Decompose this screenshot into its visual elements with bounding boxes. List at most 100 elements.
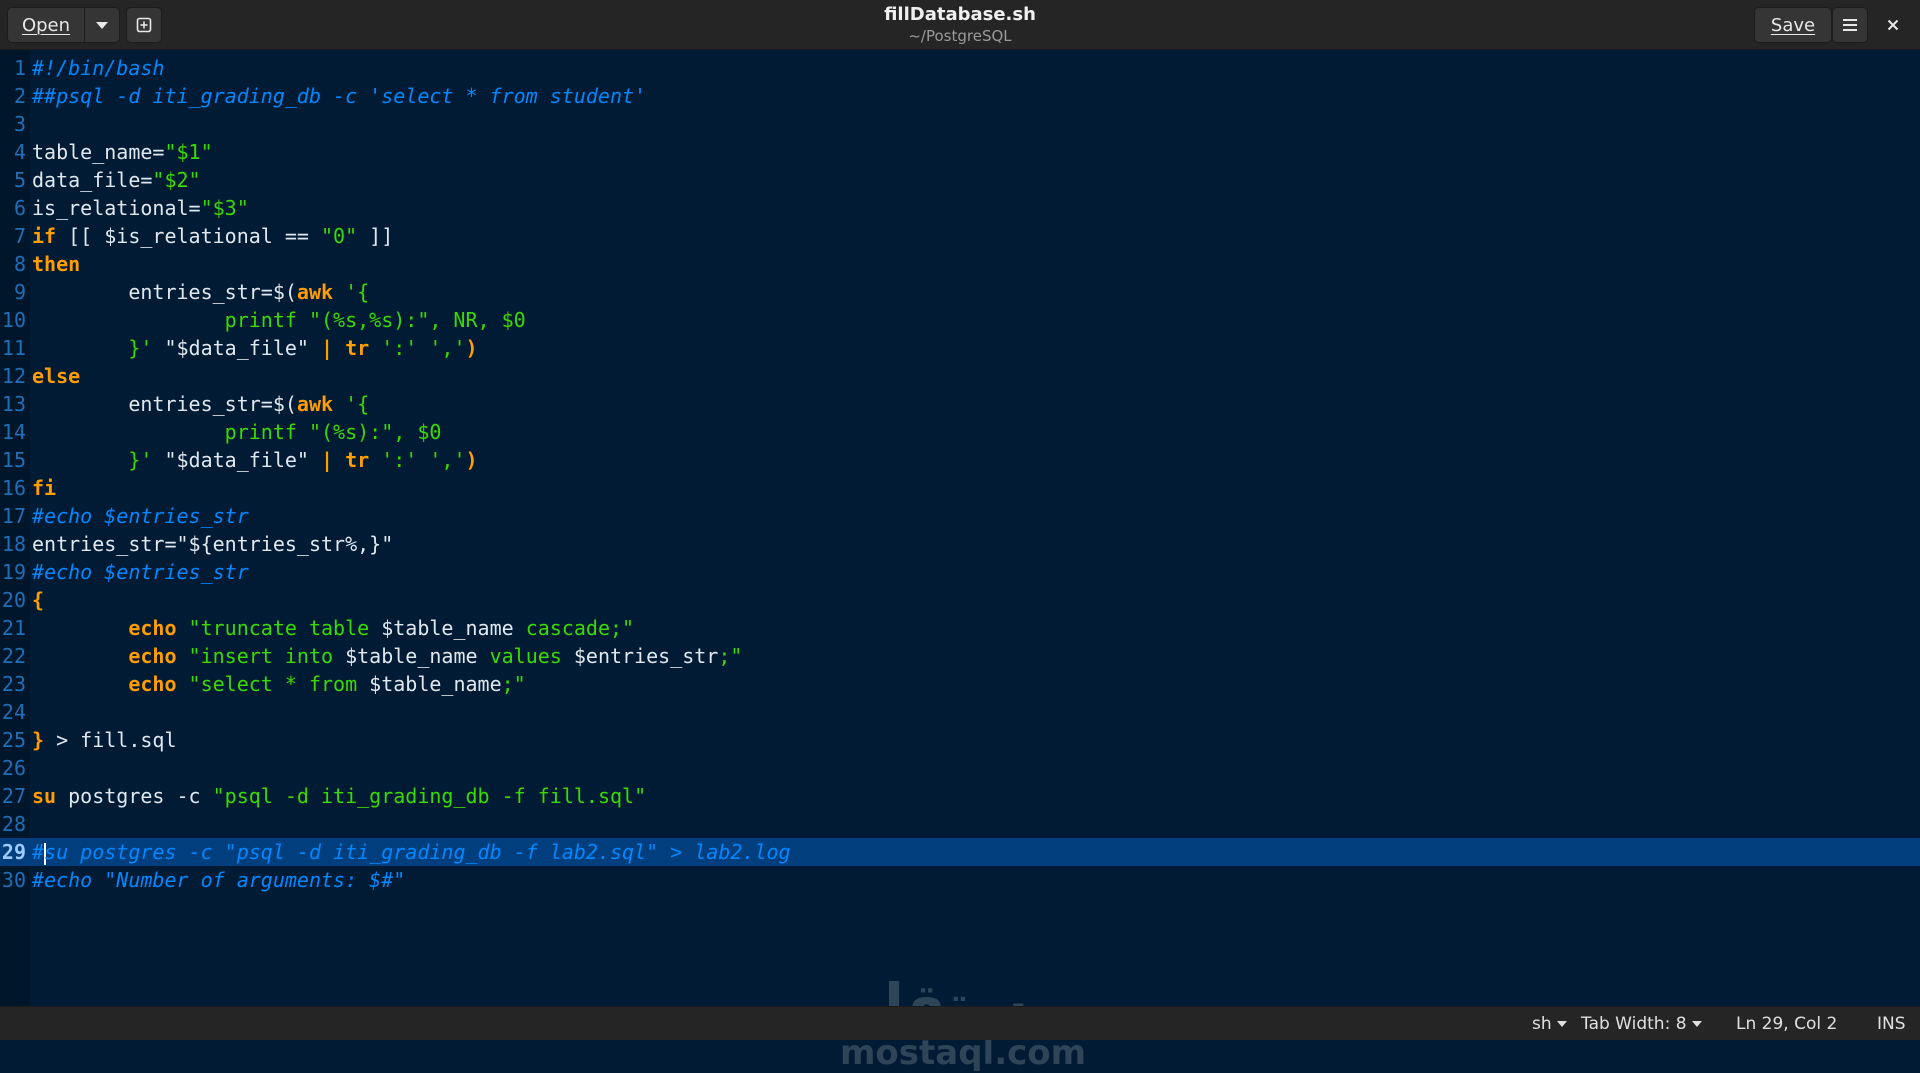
- code-token: cascade;": [513, 616, 635, 640]
- code-token: "0": [321, 224, 358, 248]
- code-line[interactable]: 4 table_name="$1": [0, 138, 1920, 166]
- code-lines[interactable]: 1 #!/bin/bash 2 ##psql -d iti_grading_db -c…: [0, 54, 1920, 894]
- line-number: 30: [1, 868, 26, 892]
- hamburger-menu-icon: [1843, 19, 1857, 31]
- code-text[interactable]: }' "$data_file" | tr ':' ','): [32, 446, 477, 474]
- code-text[interactable]: ##psql -d iti_grading_db -c 'select * fr…: [32, 82, 646, 110]
- code-token: |: [321, 336, 334, 360]
- code-line[interactable]: 29 #su postgres -c "psql -d iti_grading_d…: [0, 838, 1920, 866]
- code-line[interactable]: 13 entries_str=$(awk '{: [0, 390, 1920, 418]
- code-text[interactable]: {: [32, 586, 44, 614]
- code-token: }': [32, 448, 153, 472]
- code-text[interactable]: else: [32, 362, 80, 390]
- code-text[interactable]: data_file="$2": [32, 166, 201, 194]
- code-line[interactable]: 12 else: [0, 362, 1920, 390]
- code-line[interactable]: 3: [0, 110, 1920, 138]
- code-token: #echo $entries_str: [32, 504, 249, 528]
- language-selector[interactable]: sh: [1532, 1013, 1567, 1035]
- open-menu-button[interactable]: [84, 7, 120, 43]
- code-text[interactable]: #echo $entries_str: [32, 502, 249, 530]
- code-token: '{: [333, 392, 370, 416]
- window-title-area: fillDatabase.sh ~/PostgreSQL: [560, 3, 1360, 45]
- code-text[interactable]: }' "$data_file" | tr ':' ','): [32, 334, 477, 362]
- code-line[interactable]: 18 entries_str="${entries_str%,}": [0, 530, 1920, 558]
- code-line[interactable]: 22 echo "insert into $table_name values …: [0, 642, 1920, 670]
- code-line[interactable]: 27 su postgres -c "psql -d iti_grading_db…: [0, 782, 1920, 810]
- close-button[interactable]: [1874, 7, 1912, 43]
- tab-width-selector[interactable]: Tab Width: 8: [1581, 1013, 1702, 1035]
- line-number: 7: [13, 224, 26, 248]
- line-number: 4: [13, 140, 26, 164]
- code-line[interactable]: 16 fi: [0, 474, 1920, 502]
- code-line[interactable]: 8 then: [0, 250, 1920, 278]
- code-text[interactable]: } > fill.sql: [32, 726, 177, 754]
- code-text[interactable]: entries_str=$(awk '{: [32, 390, 369, 418]
- code-text[interactable]: entries_str="${entries_str%,}": [32, 530, 393, 558]
- cursor-position[interactable]: Ln 29, Col 2: [1736, 1013, 1837, 1035]
- code-text[interactable]: fi: [32, 474, 56, 502]
- code-text[interactable]: echo "select * from $table_name;": [32, 670, 526, 698]
- code-text[interactable]: printf "(%s,%s):", NR, $0: [32, 306, 526, 334]
- code-text[interactable]: is_relational="$3": [32, 194, 249, 222]
- code-token: entries_str="${entries_str%,}": [32, 532, 394, 556]
- code-text[interactable]: printf "(%s):", $0: [32, 418, 442, 446]
- chevron-down-icon: [96, 21, 108, 29]
- code-text[interactable]: su postgres -c "psql -d iti_grading_db -…: [32, 782, 646, 810]
- code-line[interactable]: 17 #echo $entries_str: [0, 502, 1920, 530]
- code-line[interactable]: 28: [0, 810, 1920, 838]
- code-text[interactable]: #!/bin/bash: [32, 54, 164, 82]
- window-title: fillDatabase.sh: [884, 4, 1036, 25]
- code-text[interactable]: table_name="$1": [32, 138, 213, 166]
- code-token: table_name=: [32, 140, 165, 164]
- code-token: > fill.sql: [44, 728, 177, 752]
- code-token: echo: [128, 616, 177, 640]
- code-line[interactable]: 10 printf "(%s,%s):", NR, $0: [0, 306, 1920, 334]
- code-token: if: [32, 224, 57, 248]
- insert-mode[interactable]: INS: [1877, 1013, 1906, 1035]
- code-line[interactable]: 11 }' "$data_file" | tr ':' ','): [0, 334, 1920, 362]
- code-text[interactable]: echo "insert into $table_name values $en…: [32, 642, 742, 670]
- code-line[interactable]: 21 echo "truncate table $table_name casc…: [0, 614, 1920, 642]
- code-line[interactable]: 2 ##psql -d iti_grading_db -c 'select * f…: [0, 82, 1920, 110]
- menu-button[interactable]: [1832, 7, 1868, 43]
- code-line[interactable]: 5 data_file="$2": [0, 166, 1920, 194]
- save-button[interactable]: Save: [1754, 7, 1832, 43]
- line-number: 13: [1, 392, 26, 416]
- code-text[interactable]: entries_str=$(awk '{: [32, 278, 369, 306]
- code-text[interactable]: then: [32, 250, 80, 278]
- code-line[interactable]: 20{: [0, 586, 1920, 614]
- code-line[interactable]: 24: [0, 698, 1920, 726]
- open-button[interactable]: Open: [7, 7, 85, 43]
- code-line[interactable]: 25} > fill.sql: [0, 726, 1920, 754]
- code-text[interactable]: #echo "Number of arguments: $#": [32, 866, 405, 894]
- code-token: #: [32, 840, 45, 864]
- code-line[interactable]: 26: [0, 754, 1920, 782]
- line-number: 15: [1, 448, 26, 472]
- code-line[interactable]: 9 entries_str=$(awk '{: [0, 278, 1920, 306]
- code-line[interactable]: 23 echo "select * from $table_name;": [0, 670, 1920, 698]
- code-token: ;": [501, 672, 526, 696]
- code-line[interactable]: 15 }' "$data_file" | tr ':' ','): [0, 446, 1920, 474]
- code-line[interactable]: 1 #!/bin/bash: [0, 54, 1920, 82]
- new-tab-button[interactable]: [126, 7, 162, 43]
- code-token: $entries_str: [573, 644, 719, 668]
- line-number: 11: [1, 336, 26, 360]
- code-token: su: [32, 784, 57, 808]
- line-number: 1: [13, 56, 26, 80]
- code-text[interactable]: if [[ $is_relational == "0" ]]: [32, 222, 393, 250]
- code-text[interactable]: echo "truncate table $table_name cascade…: [32, 614, 634, 642]
- code-line[interactable]: 14 printf "(%s):", $0: [0, 418, 1920, 446]
- code-line[interactable]: 7 if [[ $is_relational == "0" ]]: [0, 222, 1920, 250]
- code-token: "select * from: [176, 672, 370, 696]
- code-text[interactable]: #su postgres -c "psql -d iti_grading_db …: [32, 838, 791, 866]
- code-token: [[ $is_relational ==: [56, 224, 321, 248]
- code-line[interactable]: 6 is_relational="$3": [0, 194, 1920, 222]
- code-line[interactable]: 19 #echo $entries_str: [0, 558, 1920, 586]
- text-editor[interactable]: 1 #!/bin/bash 2 ##psql -d iti_grading_db -c…: [0, 50, 1920, 1071]
- code-token: ##psql -d iti_grading_db -c 'select * fr…: [32, 84, 647, 108]
- line-number: 17: [1, 504, 26, 528]
- code-line[interactable]: 30 #echo "Number of arguments: $#": [0, 866, 1920, 894]
- code-text[interactable]: #echo $entries_str: [32, 558, 249, 586]
- code-token: else: [32, 364, 81, 388]
